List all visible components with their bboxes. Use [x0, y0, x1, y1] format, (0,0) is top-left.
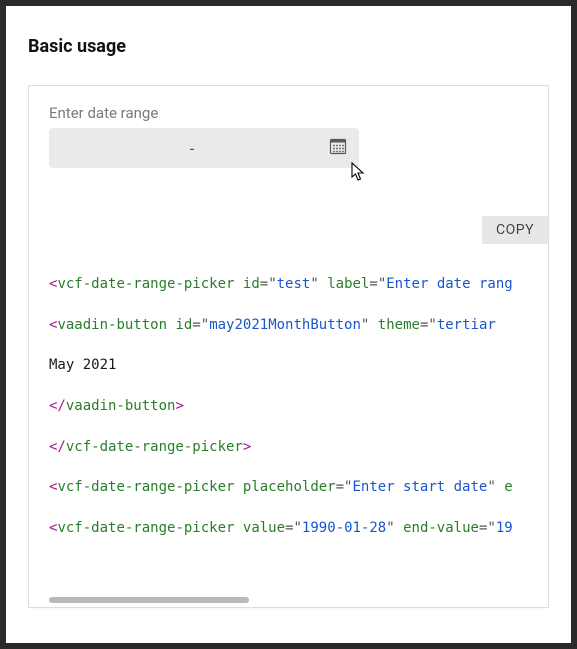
code-snippet: <vcf-date-range-picker id="test" label="…: [29, 244, 548, 597]
copy-button[interactable]: COPY: [482, 216, 548, 244]
date-range-input[interactable]: -: [49, 128, 359, 168]
horizontal-scrollbar[interactable]: [49, 597, 249, 603]
page-title: Basic usage: [28, 36, 549, 57]
calendar-icon[interactable]: [329, 137, 347, 159]
mouse-cursor-icon: [351, 162, 367, 186]
example-card: Enter date range -: [28, 85, 549, 608]
date-range-value: -: [59, 139, 349, 158]
date-range-label: Enter date range: [49, 104, 528, 122]
